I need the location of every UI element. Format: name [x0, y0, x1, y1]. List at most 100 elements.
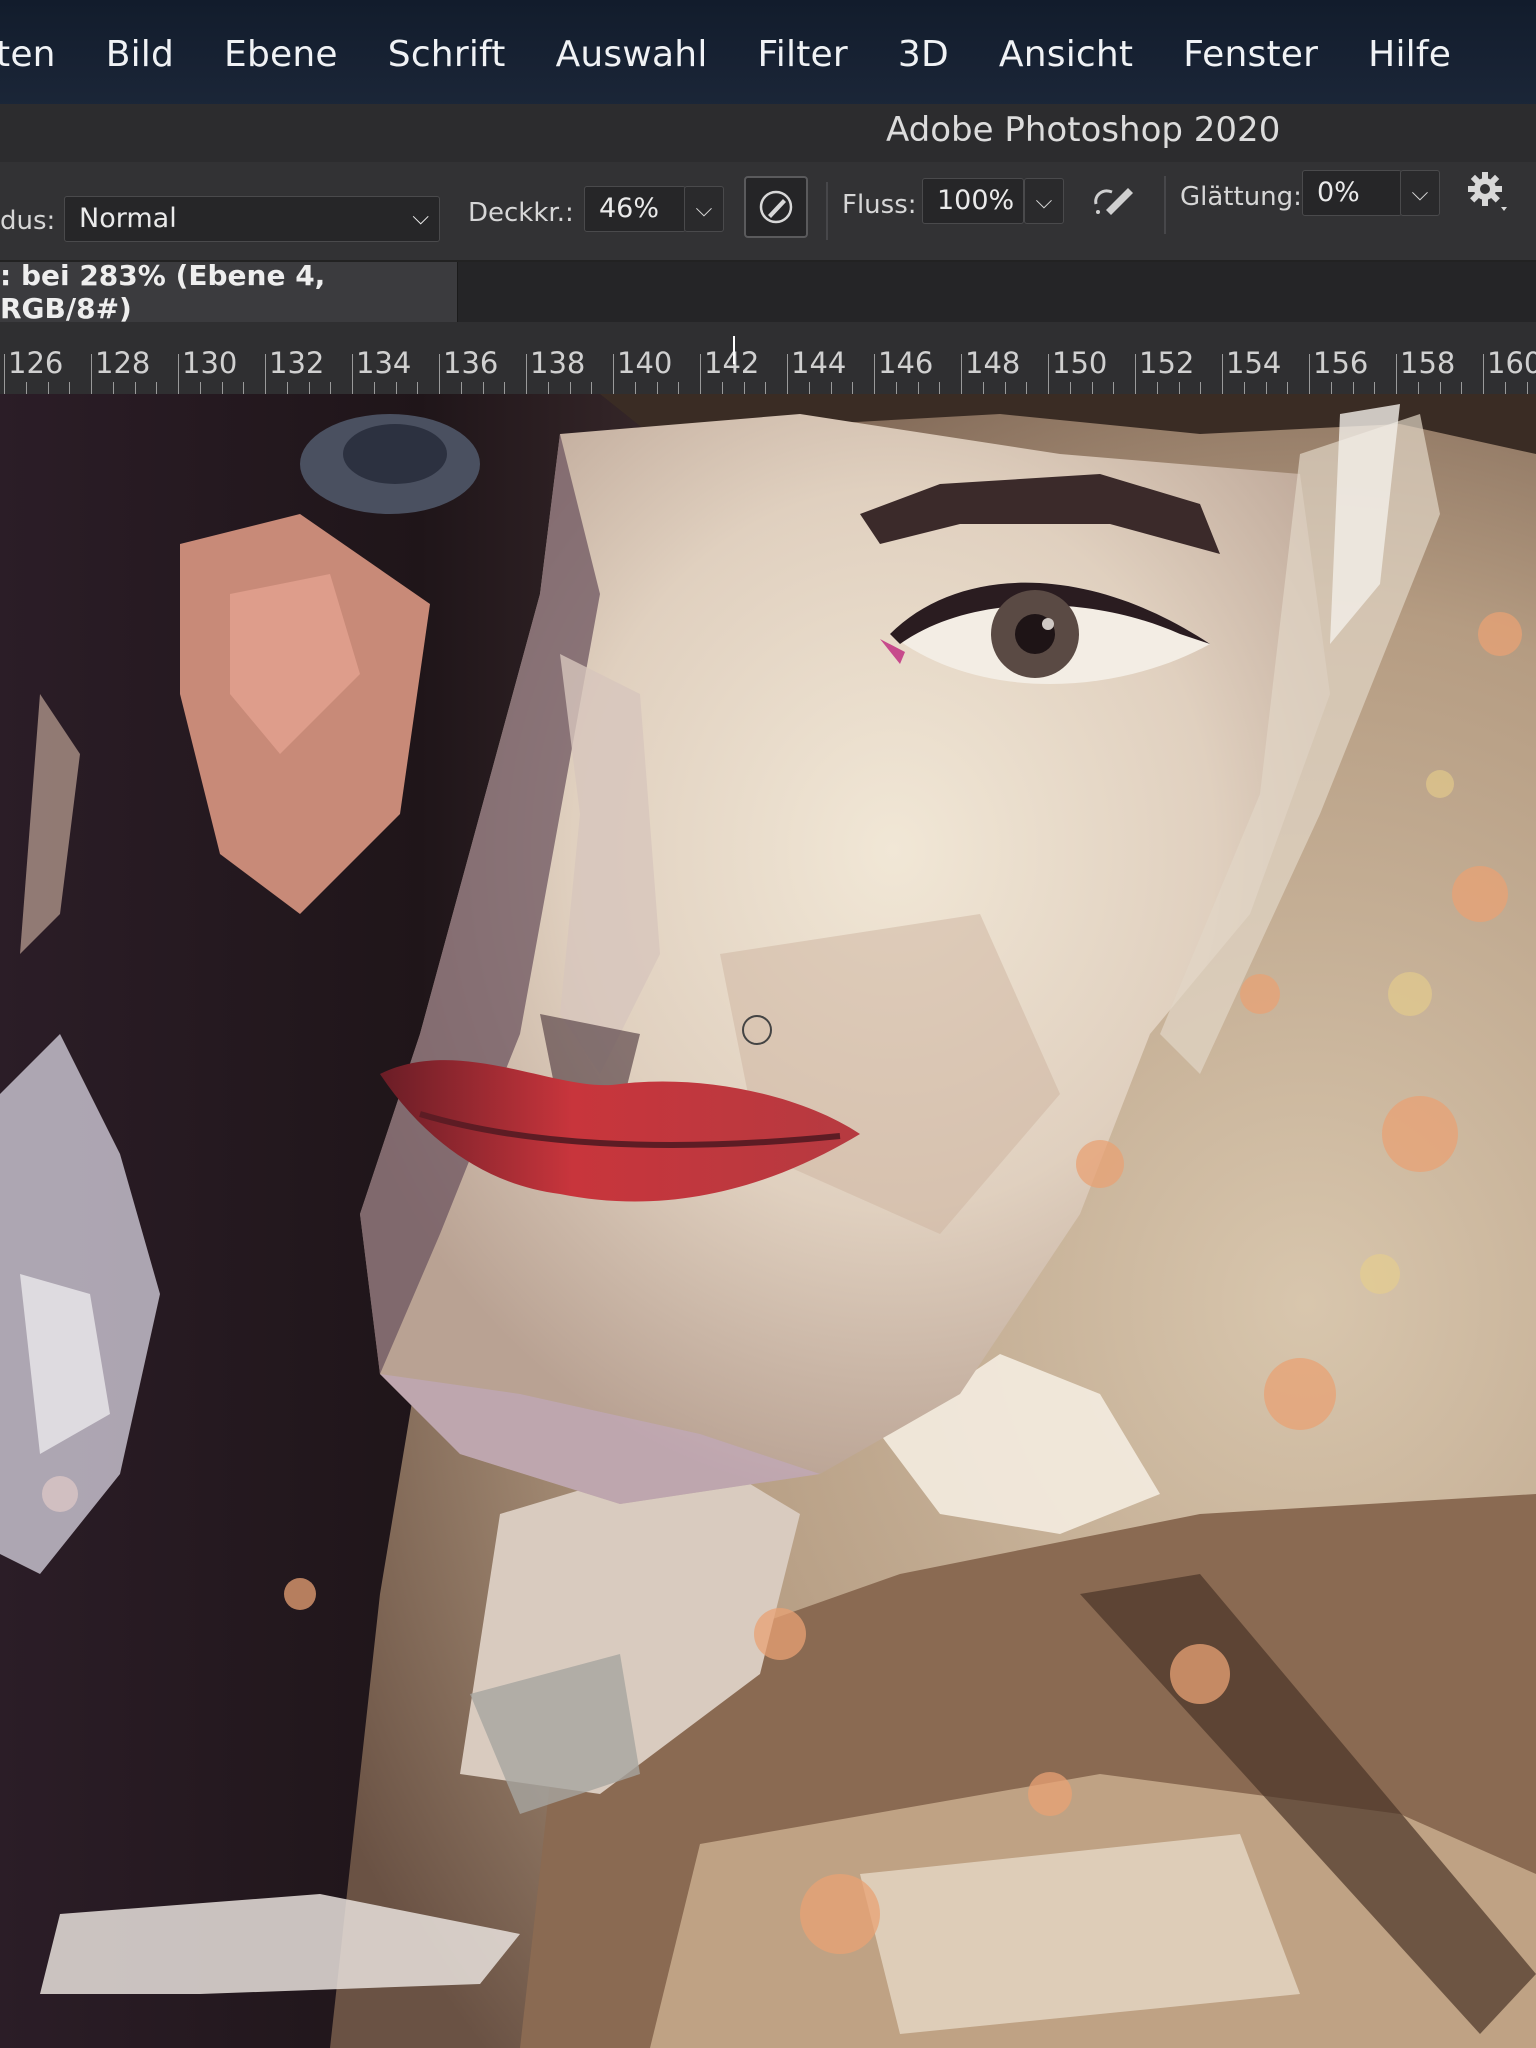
- ruler-minor-tick: [373, 382, 375, 394]
- horizontal-ruler[interactable]: 126 128 130 132 134 136 138 140 142 144 146 148 150 1…: [0, 322, 1536, 395]
- ruler-minor-tick: [1113, 382, 1115, 394]
- menu-bar: ten Bild Ebene Schrift Auswahl Filter 3D…: [0, 0, 1536, 108]
- ruler-minor-tick: [982, 382, 984, 394]
- canvas-area[interactable]: [0, 394, 1536, 2048]
- ruler-minor-tick: [895, 382, 897, 394]
- menu-item-fenster[interactable]: Fenster: [1183, 34, 1318, 75]
- ruler-minor-tick: [308, 382, 310, 394]
- menu-item-ansicht[interactable]: Ansicht: [999, 34, 1133, 75]
- brush-settings-button[interactable]: [1460, 164, 1514, 218]
- menu-item-auswahl[interactable]: Auswahl: [556, 34, 708, 75]
- ruler-minor-tick: [547, 382, 549, 394]
- ruler-label: 134: [356, 346, 412, 380]
- ruler-minor-tick: [69, 382, 71, 394]
- ruler-minor-tick: [656, 382, 658, 394]
- ruler-major-tick: [613, 354, 614, 394]
- smoothing-value: 0%: [1317, 177, 1360, 208]
- ruler-minor-tick: [1526, 382, 1528, 394]
- ruler-minor-tick: [917, 382, 919, 394]
- ruler-minor-tick: [243, 382, 245, 394]
- ruler-label: 142: [704, 346, 760, 380]
- ruler-major-tick: [526, 354, 527, 394]
- ruler-label: 144: [791, 346, 847, 380]
- menu-item-filter[interactable]: Filter: [758, 34, 848, 75]
- ruler-minor-tick: [743, 382, 745, 394]
- divider: [826, 182, 828, 240]
- opacity-value: 46%: [599, 193, 660, 224]
- flow-input[interactable]: 100%: [922, 178, 1024, 224]
- ruler-minor-tick: [1461, 382, 1463, 394]
- ruler-major-tick: [352, 354, 353, 394]
- chevron-down-icon: ⌵: [1411, 180, 1429, 206]
- ruler-label: 160: [1487, 346, 1536, 380]
- ruler-minor-tick: [1004, 382, 1006, 394]
- ruler-minor-tick: [199, 382, 201, 394]
- ruler-major-tick: [1396, 354, 1397, 394]
- ruler-minor-tick: [1287, 382, 1289, 394]
- ruler-minor-tick: [1091, 382, 1093, 394]
- menu-item-partial[interactable]: ten: [0, 34, 56, 75]
- ruler-minor-tick: [1178, 382, 1180, 394]
- ruler-minor-tick: [156, 382, 158, 394]
- menu-item-bild[interactable]: Bild: [106, 34, 174, 75]
- ruler-minor-tick: [939, 382, 941, 394]
- menu-item-hilfe[interactable]: Hilfe: [1368, 34, 1451, 75]
- ruler-label: 148: [965, 346, 1021, 380]
- ruler-minor-tick: [134, 382, 136, 394]
- document-tab[interactable]: : bei 283% (Ebene 4, RGB/8#): [0, 259, 458, 325]
- flow-dropdown-button[interactable]: ⌵: [1024, 178, 1064, 224]
- ruler-major-tick: [4, 354, 5, 394]
- ruler-minor-tick: [47, 382, 49, 394]
- ruler-minor-tick: [112, 382, 114, 394]
- ruler-major-tick: [1483, 354, 1484, 394]
- ruler-major-tick: [1309, 354, 1310, 394]
- ruler-minor-tick: [417, 382, 419, 394]
- portrait-painting: [0, 394, 1536, 2048]
- ruler-major-tick: [265, 354, 266, 394]
- smoothing-dropdown-button[interactable]: ⌵: [1400, 170, 1440, 216]
- menu-item-3d[interactable]: 3D: [898, 34, 949, 75]
- ruler-minor-tick: [591, 382, 593, 394]
- ruler-major-tick: [700, 354, 701, 394]
- flow-label: Fluss:: [842, 190, 917, 220]
- ruler-minor-tick: [569, 382, 571, 394]
- ruler-minor-tick: [1504, 382, 1506, 394]
- ruler-label: 130: [182, 346, 238, 380]
- divider: [1164, 176, 1166, 234]
- ruler-minor-tick: [1265, 382, 1267, 394]
- ruler-minor-tick: [1156, 382, 1158, 394]
- ruler-label: 128: [95, 346, 151, 380]
- ruler-minor-tick: [1439, 382, 1441, 394]
- ruler-minor-tick: [1352, 382, 1354, 394]
- ruler-major-tick: [1222, 354, 1223, 394]
- opacity-dropdown-button[interactable]: ⌵: [684, 186, 724, 232]
- ruler-minor-tick: [721, 382, 723, 394]
- ruler-major-tick: [439, 354, 440, 394]
- ruler-minor-tick: [1417, 382, 1419, 394]
- ruler-minor-tick: [1026, 382, 1028, 394]
- ruler-major-tick: [178, 354, 179, 394]
- ruler-minor-tick: [1069, 382, 1071, 394]
- ruler-label: 136: [443, 346, 499, 380]
- ruler-minor-tick: [765, 382, 767, 394]
- ruler-label: 138: [530, 346, 586, 380]
- ruler-label: 158: [1400, 346, 1456, 380]
- title-bar: Adobe Photoshop 2020: [0, 104, 1536, 163]
- airbrush-toggle[interactable]: [1086, 172, 1142, 228]
- chevron-down-icon: ⌵: [695, 196, 713, 222]
- ruler-major-tick: [961, 354, 962, 394]
- pressure-opacity-toggle[interactable]: [744, 176, 808, 238]
- ruler-minor-tick: [1330, 382, 1332, 394]
- smoothing-input[interactable]: 0%: [1302, 170, 1402, 216]
- ruler-major-tick: [91, 354, 92, 394]
- mode-label: dus:: [0, 206, 56, 236]
- opacity-input[interactable]: 46%: [584, 186, 686, 232]
- blend-mode-value: Normal: [79, 203, 177, 234]
- ruler-minor-tick: [1243, 382, 1245, 394]
- ruler-major-tick: [874, 354, 875, 394]
- blend-mode-select[interactable]: Normal ⌵: [64, 196, 440, 242]
- menu-item-schrift[interactable]: Schrift: [388, 34, 506, 75]
- flow-value: 100%: [937, 185, 1015, 216]
- ruler-label: 146: [878, 346, 934, 380]
- menu-item-ebene[interactable]: Ebene: [224, 34, 338, 75]
